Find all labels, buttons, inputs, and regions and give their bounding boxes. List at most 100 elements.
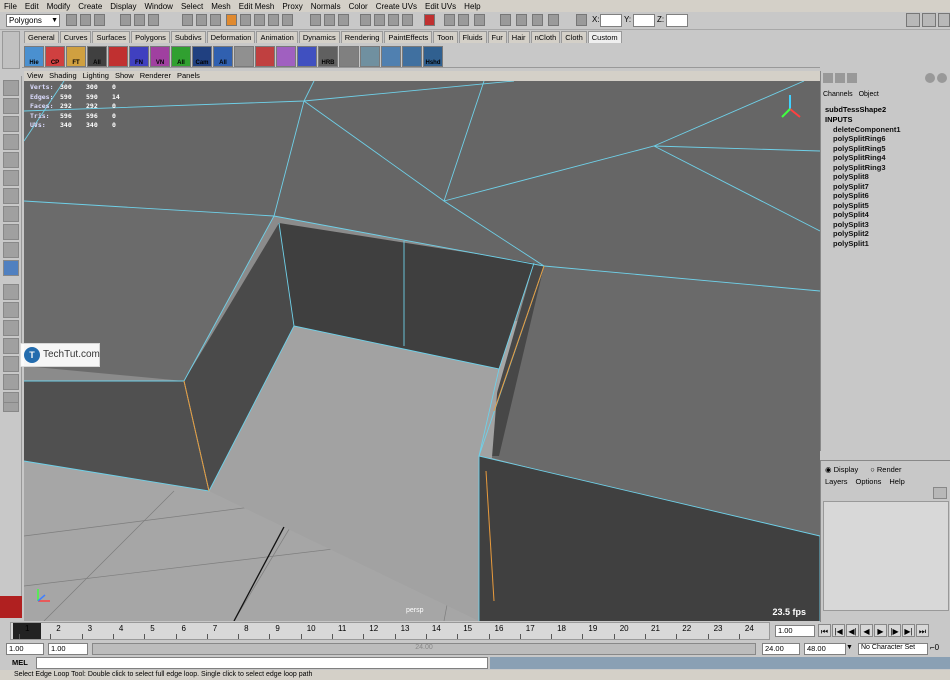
last-tool-icon[interactable] xyxy=(3,242,19,258)
history-input-item[interactable]: polySplit2 xyxy=(825,229,901,239)
channel-box-icon[interactable] xyxy=(532,14,543,26)
layer-menu-help[interactable]: Help xyxy=(889,477,904,486)
shelf-button-ft-icon[interactable]: FT xyxy=(66,46,86,67)
panel-menu-lighting[interactable]: Lighting xyxy=(80,71,112,81)
select-by-curve-icon[interactable] xyxy=(210,14,221,26)
history-input-item[interactable]: deleteComponent1 xyxy=(825,125,901,135)
menu-select[interactable]: Select xyxy=(177,0,207,12)
play-backwards-icon[interactable]: ◀ xyxy=(860,624,873,637)
animation-start-field[interactable]: 1.00 xyxy=(6,643,44,655)
hypershade-layout-icon[interactable] xyxy=(3,374,19,390)
render-frame-icon[interactable] xyxy=(424,14,435,26)
layer-menu-layers[interactable]: Layers xyxy=(825,477,848,486)
z-field[interactable] xyxy=(666,14,688,27)
history-input-item[interactable]: polySplit1 xyxy=(825,239,901,249)
hypershade-icon[interactable] xyxy=(474,14,485,26)
history-input-item[interactable]: polySplit4 xyxy=(825,210,901,220)
menu-help[interactable]: Help xyxy=(460,0,484,12)
layer-editor-mode-icon[interactable] xyxy=(847,73,857,83)
menu-edit-mesh[interactable]: Edit Mesh xyxy=(235,0,279,12)
paint-select-tool-icon[interactable] xyxy=(3,116,19,132)
construction-icon[interactable] xyxy=(388,14,399,26)
mel-input[interactable] xyxy=(36,657,488,669)
shelf-tab-dynamics[interactable]: Dynamics xyxy=(298,31,340,43)
step-back-key-icon[interactable]: |◀ xyxy=(832,624,845,637)
select-misc-icon[interactable] xyxy=(282,14,293,26)
channel-box-menu-object[interactable]: Object xyxy=(859,91,879,98)
layer-list[interactable] xyxy=(823,501,949,611)
shelf-button-tool-icon[interactable] xyxy=(108,46,128,67)
shelf-tab-fluids[interactable]: Fluids xyxy=(458,31,487,43)
soft-mod-tool-icon[interactable] xyxy=(3,206,19,222)
shelf-button-tool-icon[interactable] xyxy=(339,46,359,67)
panel-menu-show[interactable]: Show xyxy=(112,71,137,81)
select-component-icon[interactable] xyxy=(148,14,159,26)
shelf-button-hrb-icon[interactable]: HRB xyxy=(318,46,338,67)
history-input-item[interactable]: polySplit5 xyxy=(825,201,901,211)
scale-tool-icon[interactable] xyxy=(3,170,19,186)
x-field[interactable] xyxy=(600,14,622,27)
history-input-item[interactable]: polySplitRing5 xyxy=(825,144,901,154)
shelf-button-tool-icon[interactable] xyxy=(402,46,422,67)
input-ops-icon[interactable] xyxy=(374,14,385,26)
select-object-icon[interactable] xyxy=(134,14,145,26)
layout-options-icon[interactable] xyxy=(3,402,19,412)
menu-edit[interactable]: Edit xyxy=(21,0,43,12)
go-to-start-icon[interactable]: ⏮ xyxy=(818,624,831,637)
menu-display[interactable]: Display xyxy=(106,0,140,12)
universal-manipulator-icon[interactable] xyxy=(3,188,19,204)
selected-node-name[interactable]: subdTessShape2 xyxy=(825,105,886,114)
shelf-button-hie-icon[interactable]: Hie xyxy=(24,46,44,67)
menu-normals[interactable]: Normals xyxy=(307,0,345,12)
inputs-header[interactable]: INPUTS xyxy=(825,115,901,125)
snap-point-icon[interactable] xyxy=(338,14,349,26)
menu-file[interactable]: File xyxy=(0,0,21,12)
panel-menu-shading[interactable]: Shading xyxy=(46,71,80,81)
playback-end-field[interactable]: 24.00 xyxy=(762,643,800,655)
two-pane-layout-icon[interactable] xyxy=(3,320,19,336)
menu-edit-uvs[interactable]: Edit UVs xyxy=(421,0,460,12)
shelf-menu-button[interactable] xyxy=(2,31,20,69)
toggle-panel-icon[interactable] xyxy=(938,13,950,27)
shelf-button-cp-icon[interactable]: CP xyxy=(45,46,65,67)
mode-selector[interactable]: Polygons xyxy=(6,14,60,27)
step-back-icon[interactable]: ◀| xyxy=(846,624,859,637)
shelf-button-cam-icon[interactable]: Cam xyxy=(192,46,212,67)
new-scene-icon[interactable] xyxy=(66,14,77,26)
history-input-item[interactable]: polySplit3 xyxy=(825,220,901,230)
menu-create-uvs[interactable]: Create UVs xyxy=(372,0,421,12)
panel-menu-view[interactable]: View xyxy=(24,71,46,81)
shelf-button-tool-icon[interactable] xyxy=(255,46,275,67)
time-slider[interactable]: 1 2 3 4 5 6 7 8 9 10 11 12 13 14 15 16 17 18 19 20 21 22 23 24 xyxy=(10,622,770,640)
show-manipulator-icon[interactable] xyxy=(3,224,19,240)
history-input-item[interactable]: polySplit7 xyxy=(825,182,901,192)
mel-label[interactable]: MEL xyxy=(12,658,28,667)
go-to-end-icon[interactable]: ⏭ xyxy=(916,624,929,637)
new-layer-icon[interactable] xyxy=(933,487,947,499)
select-by-render-icon[interactable] xyxy=(268,14,279,26)
shelf-tab-painteffects[interactable]: PaintEffects xyxy=(384,31,433,43)
menu-modify[interactable]: Modify xyxy=(43,0,75,12)
shelf-button-fn-icon[interactable]: FN xyxy=(129,46,149,67)
history-input-item[interactable]: polySplit6 xyxy=(825,191,901,201)
shelf-button-tool-icon[interactable] xyxy=(297,46,317,67)
output-ops-icon[interactable] xyxy=(402,14,413,26)
rotate-tool-icon[interactable] xyxy=(3,152,19,168)
attribute-icon[interactable] xyxy=(925,73,935,83)
shelf-tab-surfaces[interactable]: Surfaces xyxy=(92,31,131,43)
perspective-viewport[interactable]: Verts: 300 300 0 Edges: 590 590 14 Faces: 292 292 0… xyxy=(24,81,820,621)
shelf-button-hshd-icon[interactable]: Hshd xyxy=(423,46,443,67)
select-by-dynamic-icon[interactable] xyxy=(254,14,265,26)
layer-menu-options[interactable]: Options xyxy=(856,477,882,486)
snap-curve-icon[interactable] xyxy=(324,14,335,26)
shelf-tab-custom[interactable]: Custom xyxy=(587,31,622,43)
save-scene-icon[interactable] xyxy=(94,14,105,26)
menu-proxy[interactable]: Proxy xyxy=(278,0,306,12)
menu-mesh[interactable]: Mesh xyxy=(207,0,235,12)
shelf-tab-curves[interactable]: Curves xyxy=(59,31,92,43)
attribute-editor-icon[interactable] xyxy=(500,14,511,26)
select-by-deformation-icon[interactable] xyxy=(240,14,251,26)
history-input-item[interactable]: polySplitRing4 xyxy=(825,153,901,163)
outliner-icon[interactable] xyxy=(548,14,559,26)
open-scene-icon[interactable] xyxy=(80,14,91,26)
